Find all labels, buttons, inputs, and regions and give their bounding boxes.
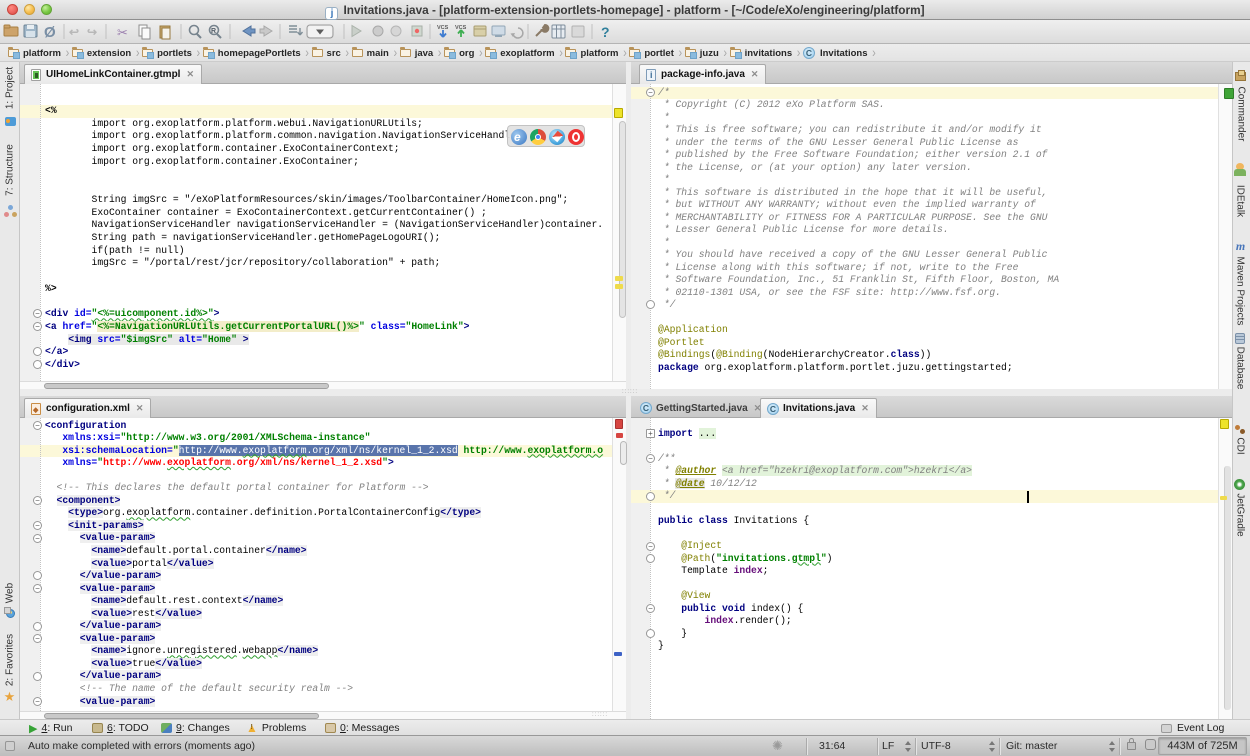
svg-text:R: R (211, 28, 216, 35)
svg-text:?: ? (601, 24, 610, 40)
svg-text:Ø: Ø (44, 24, 56, 41)
svg-text:↩: ↩ (69, 25, 79, 39)
svg-text:↪: ↪ (87, 25, 97, 39)
svg-text:✂: ✂ (117, 25, 128, 40)
